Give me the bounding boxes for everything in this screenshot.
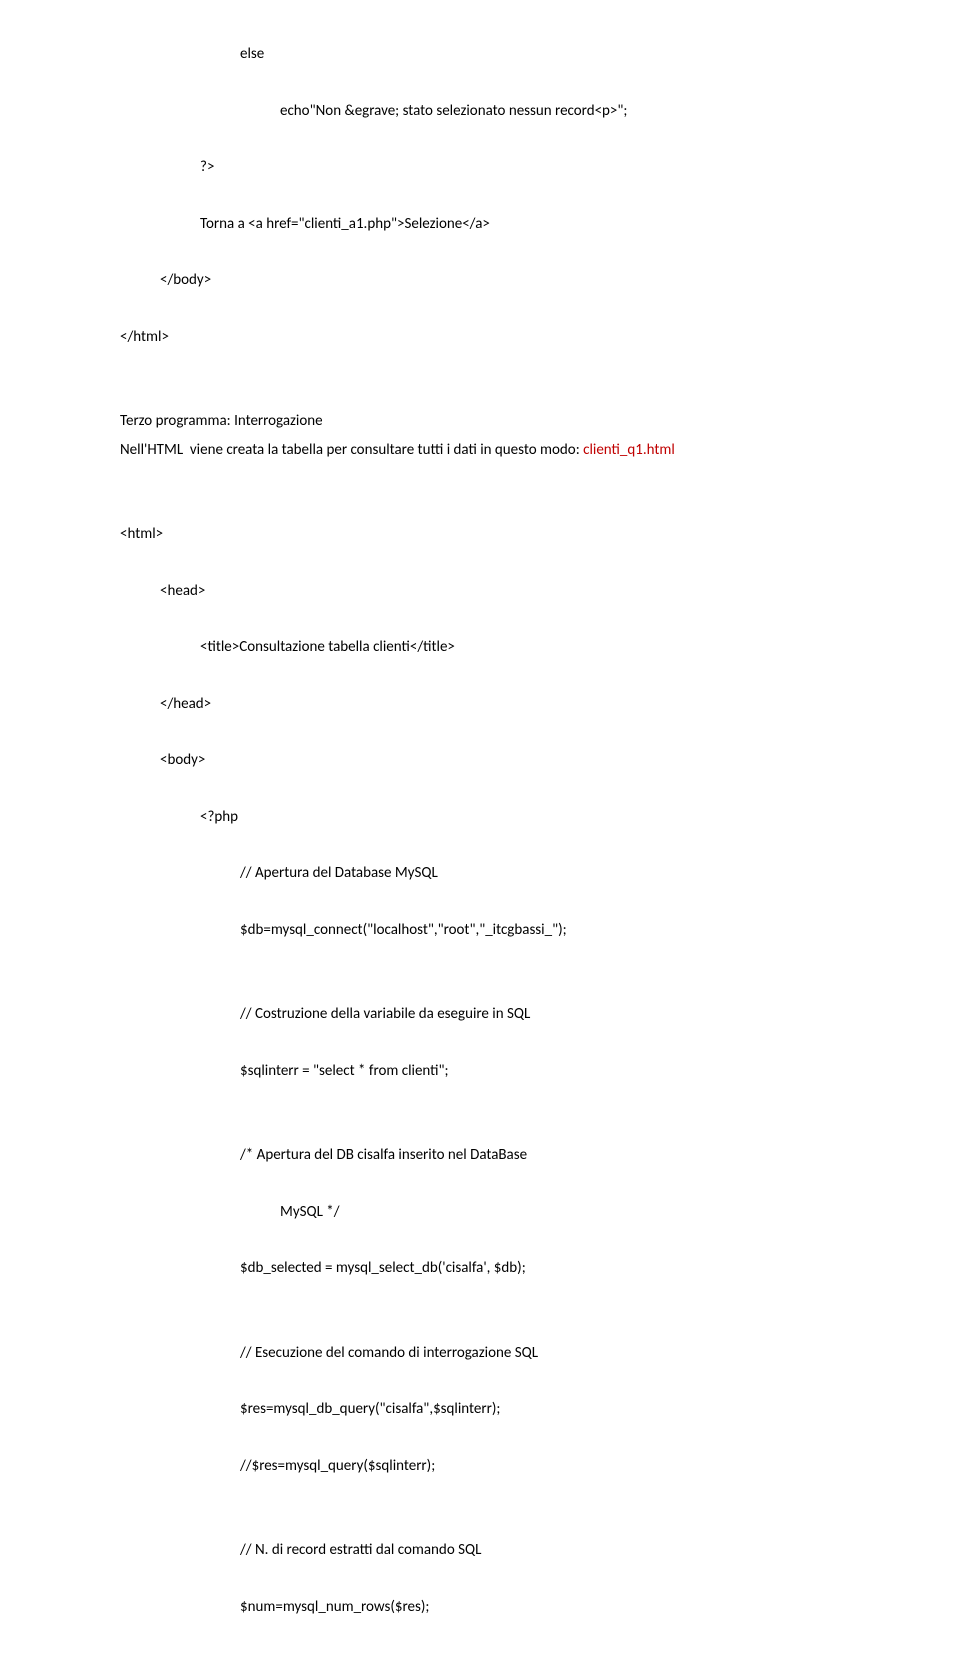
code-line: Terzo programma: Interrogazione [120,407,840,436]
blank-line [120,295,840,323]
blank-line [120,1226,840,1254]
blank-line [120,69,840,97]
blank-line [120,775,840,803]
code-line: $res=mysql_db_query("cisalfa",$sqlinterr… [120,1395,840,1424]
code-line: // Apertura del Database MySQL [120,859,840,888]
blank-line [120,238,840,266]
code-line: </html> [120,323,840,352]
blank-line [120,351,840,379]
code-line: $num=mysql_num_rows($res); [120,1593,840,1622]
blank-line [120,1480,840,1508]
blank-line [120,1424,840,1452]
code-line: $db_selected = mysql_select_db('cisalfa'… [120,1254,840,1283]
blank-line [120,549,840,577]
blank-line [120,1311,840,1339]
blank-line [120,1029,840,1057]
blank-line [120,1367,840,1395]
blank-line [120,944,840,972]
blank-line [120,662,840,690]
blank-line [120,888,840,916]
code-line: <title>Consultazione tabella clienti</ti… [120,633,840,662]
code-line: <head> [120,577,840,606]
blank-line [120,1113,840,1141]
blank-line [120,492,840,520]
blank-line [120,605,840,633]
code-line: ?> [120,153,840,182]
blank-line [120,972,840,1000]
blank-line [120,464,840,492]
blank-line [120,125,840,153]
blank-line [120,1283,840,1311]
blank-line [120,1508,840,1536]
blank-line [120,1085,840,1113]
code-line: <body> [120,746,840,775]
text-span: Nell'HTML viene creata la tabella per co… [120,441,583,459]
code-line: //$res=mysql_query($sqlinterr); [120,1452,840,1481]
code-line: Torna a <a href="clienti_a1.php">Selezio… [120,210,840,239]
blank-line [120,379,840,407]
code-line: // Costruzione della variabile da esegui… [120,1000,840,1029]
code-line: else [120,40,840,69]
blank-line [120,718,840,746]
blank-line [120,831,840,859]
code-line: MySQL */ [120,1198,840,1227]
code-line: </head> [120,690,840,719]
code-line: $sqlinterr = "select * from clienti"; [120,1057,840,1086]
code-line: echo"Non &egrave; stato selezionato ness… [120,97,840,126]
code-line: Nell'HTML viene creata la tabella per co… [120,436,840,465]
code-line: /* Apertura del DB cisalfa inserito nel … [120,1141,840,1170]
blank-line [120,1565,840,1593]
code-line: </body> [120,266,840,295]
code-line: // N. di record estratti dal comando SQL [120,1536,840,1565]
blank-line [120,182,840,210]
document-page: else echo"Non &egrave; stato selezionato … [0,0,960,1661]
code-line: <html> [120,520,840,549]
code-line: <?php [120,803,840,832]
blank-line [120,1170,840,1198]
text-span: clienti_q1.html [583,441,675,459]
code-line: // Esecuzione del comando di interrogazi… [120,1339,840,1368]
code-line: $db=mysql_connect("localhost","root","_i… [120,916,840,945]
